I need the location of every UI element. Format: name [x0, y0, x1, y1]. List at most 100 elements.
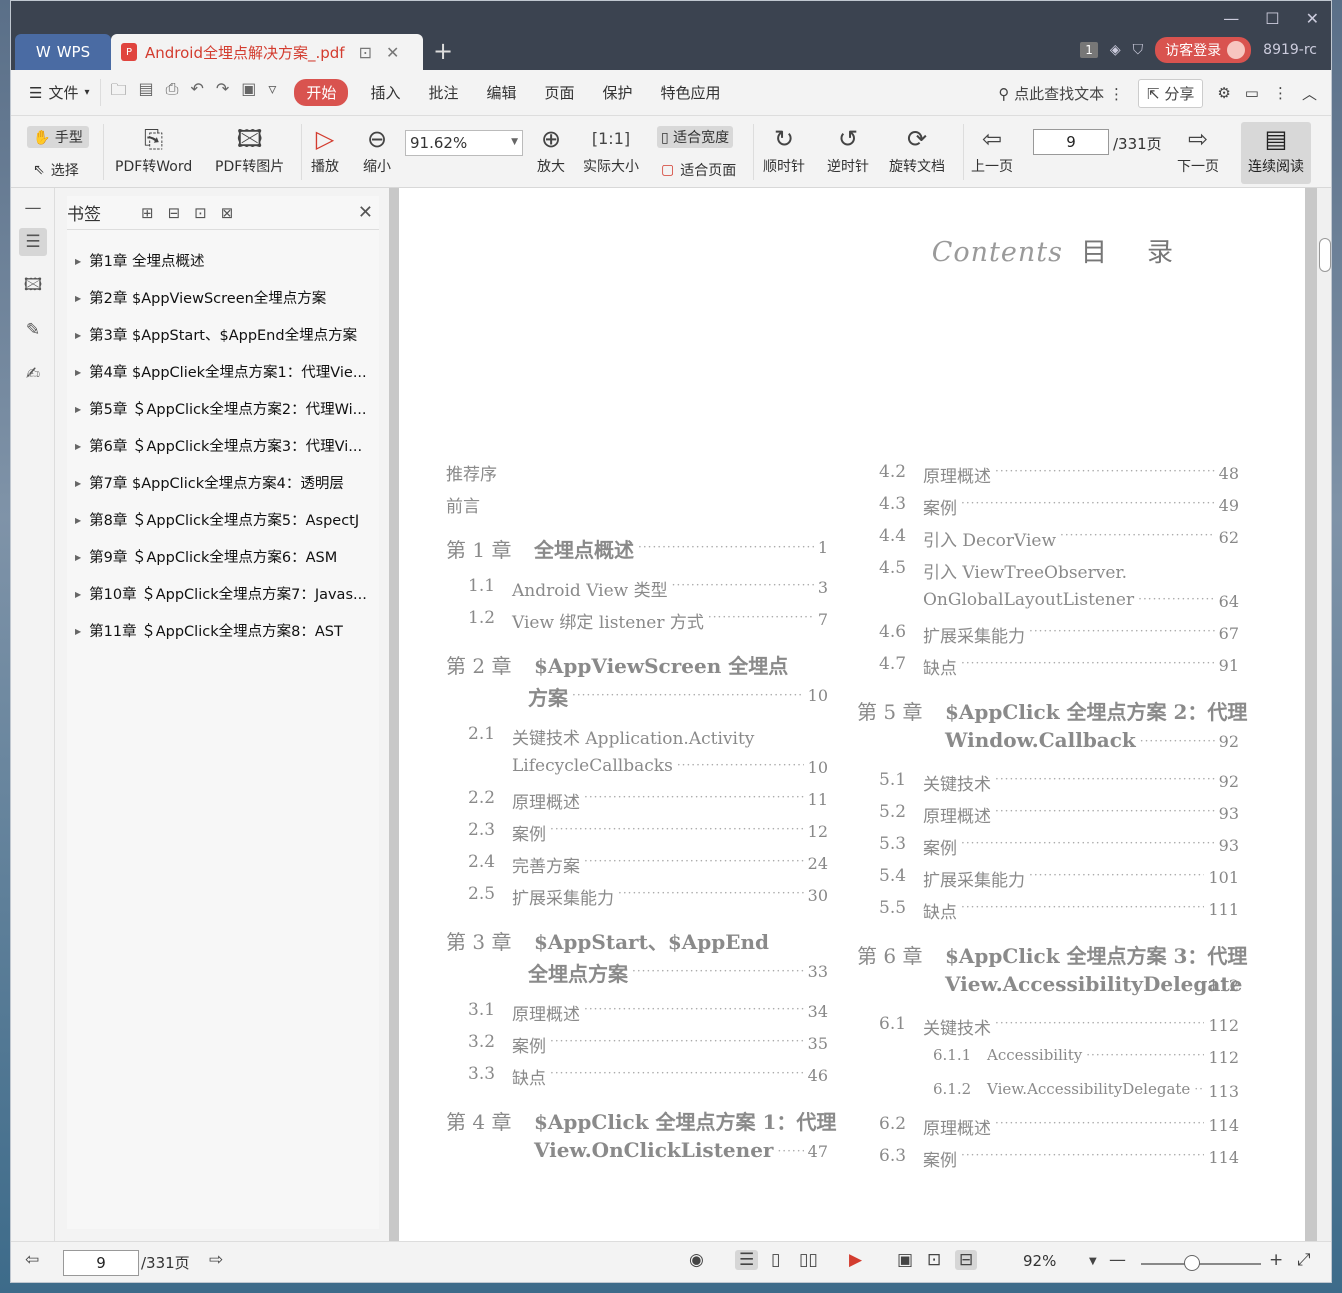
play-slideshow-icon[interactable]: ▶	[849, 1250, 862, 1270]
fit-page-status-icon[interactable]: ⊡	[927, 1250, 941, 1270]
redo-icon[interactable]: ↷	[216, 79, 229, 106]
bookmark-panel-icon[interactable]: ☰	[19, 228, 47, 256]
bookmark-item[interactable]: ▶ 第3章 $AppStart、$AppEnd全埋点方案	[75, 324, 375, 345]
expand-triangle-icon[interactable]: ▶	[75, 590, 81, 599]
expand-triangle-icon[interactable]: ▶	[75, 294, 81, 303]
undo-icon[interactable]: ↶	[190, 79, 203, 106]
status-zoom-in-icon[interactable]: +	[1269, 1250, 1283, 1270]
continuous-view-icon[interactable]: ☰	[735, 1250, 759, 1270]
pin-icon[interactable]: ⊡	[359, 43, 372, 62]
close-tab-icon[interactable]: ✕	[386, 43, 399, 62]
print-icon[interactable]: ⎙	[166, 79, 179, 106]
expand-triangle-icon[interactable]: ▶	[75, 257, 81, 266]
menu-page[interactable]: 页面	[530, 82, 588, 103]
expand-triangle-icon[interactable]: ▶	[75, 553, 81, 562]
minimize-icon[interactable]: —	[1223, 9, 1239, 28]
bookmark-item[interactable]: ▶ 第10章 ＄AppClick全埋点方案7：Javas...	[75, 583, 375, 604]
status-zoom-out-icon[interactable]: —	[1109, 1250, 1126, 1270]
share-button[interactable]: ⇱ 分享	[1137, 78, 1204, 108]
zoom-select[interactable]: 91.62% ▼	[405, 130, 523, 156]
wps-home-tab[interactable]: W WPS	[15, 34, 111, 70]
menu-start[interactable]: 开始	[294, 79, 349, 106]
rotate-document-button[interactable]: ⟳ 旋转文档	[889, 122, 945, 176]
save-icon[interactable]: ▤	[139, 79, 154, 106]
search-text-button[interactable]: ⚲ 点此查找文本 ⋮	[998, 83, 1124, 104]
window-count-badge[interactable]: 1	[1080, 42, 1098, 58]
bookmark-settings-icon[interactable]: ⊠	[221, 204, 234, 222]
expand-all-icon[interactable]: ⊟	[168, 204, 181, 222]
page-number-input[interactable]: 9	[1033, 129, 1109, 155]
expand-triangle-icon[interactable]: ▶	[75, 479, 81, 488]
skin-icon[interactable]: ◈	[1110, 42, 1121, 58]
bookmark-item[interactable]: ▶ 第7章 $AppClick全埋点方案4：透明层	[75, 472, 375, 493]
expand-triangle-icon[interactable]: ▶	[75, 405, 81, 414]
rotate-clockwise-button[interactable]: ↻ 顺时针	[763, 122, 805, 176]
expand-triangle-icon[interactable]: ▶	[75, 627, 81, 636]
actual-size-button[interactable]: [1:1] 实际大小	[583, 122, 639, 176]
eye-protection-icon[interactable]: ◉	[689, 1250, 704, 1270]
add-bookmark-icon[interactable]: ⊞	[141, 204, 154, 222]
status-next-page-icon[interactable]: ⇨	[209, 1250, 223, 1270]
zoom-slider-knob[interactable]	[1184, 1255, 1200, 1271]
zoom-dropdown-icon[interactable]: ▼	[1089, 1256, 1097, 1267]
continuous-reading-button[interactable]: ▤ 连续阅读	[1241, 122, 1311, 184]
bookmark-item[interactable]: ▶ 第6章 ＄AppClick全埋点方案3：代理Vi...	[75, 435, 375, 456]
fit-width-status-icon[interactable]: ⊟	[955, 1250, 978, 1270]
bookmark-item[interactable]: ▶ 第4章 $AppCliek全埋点方案1：代理Vie...	[75, 361, 375, 382]
bookmark-item[interactable]: ▶ 第8章 ＄AppClick全埋点方案5：AspectJ	[75, 509, 375, 530]
comment-icon[interactable]: ▭	[1245, 84, 1259, 102]
prev-page-button[interactable]: ⇦ 上一页	[971, 122, 1013, 176]
file-menu[interactable]: ☰ 文件 ▾	[11, 82, 100, 103]
actual-size-status-icon[interactable]: ▣	[897, 1250, 913, 1270]
bookmark-item[interactable]: ▶ 第9章 ＄AppClick全埋点方案6：ASM	[75, 546, 375, 567]
fit-width-button[interactable]: ▯ 适合宽度	[657, 126, 734, 148]
vertical-scrollbar[interactable]	[1317, 188, 1331, 1241]
zoom-in-button[interactable]: ⊕ 放大	[537, 122, 565, 176]
expand-triangle-icon[interactable]: ▶	[75, 516, 81, 525]
document-tab[interactable]: P Android全埋点解决方案_.pdf ⊡ ✕	[111, 34, 423, 70]
new-tab-button[interactable]: +	[433, 37, 453, 65]
more-icon[interactable]: ⋮	[1273, 84, 1288, 102]
signature-icon[interactable]: ✍	[19, 360, 47, 388]
pdf-to-word-button[interactable]: ⎘ PDF转Word	[115, 122, 192, 176]
gear-icon[interactable]: ⚙	[1217, 84, 1230, 102]
export-image-icon[interactable]: ▣	[241, 79, 256, 106]
annotation-icon[interactable]: ✎	[19, 316, 47, 344]
expand-triangle-icon[interactable]: ▶	[75, 368, 81, 377]
bookmark-item[interactable]: ▶ 第5章 ＄AppClick全埋点方案2：代理Wi...	[75, 398, 375, 419]
play-button[interactable]: ▷ 播放	[311, 122, 339, 176]
hand-tool-button[interactable]: ✋ 手型	[27, 126, 89, 148]
fit-page-button[interactable]: ▢ 适合页面	[661, 160, 736, 180]
guest-login-button[interactable]: 访客登录	[1155, 37, 1252, 63]
expand-triangle-icon[interactable]: ▶	[75, 442, 81, 451]
zoom-out-button[interactable]: ⊖ 缩小	[363, 122, 391, 176]
add-child-bookmark-icon[interactable]: ⊡	[194, 204, 207, 222]
maximize-icon[interactable]: ☐	[1265, 9, 1279, 28]
document-viewport[interactable]: Contents 目录 推荐序 前言第 1 章全埋点概述 1 1.1 Android V…	[389, 188, 1317, 1241]
menu-protect[interactable]: 保护	[589, 82, 647, 103]
open-folder-icon[interactable]: 🗀	[111, 79, 127, 106]
two-page-view-icon[interactable]: ▯▯	[799, 1250, 818, 1270]
status-zoom-value[interactable]: 92%	[1023, 1252, 1056, 1270]
menu-insert[interactable]: 插入	[356, 82, 414, 103]
rotate-counterclockwise-button[interactable]: ↺ 逆时针	[827, 122, 869, 176]
menu-special[interactable]: 特色应用	[647, 82, 735, 103]
next-page-button[interactable]: ⇨ 下一页	[1177, 122, 1219, 176]
bookmark-item[interactable]: ▶ 第11章 ＄AppClick全埋点方案8：AST	[75, 620, 375, 641]
expand-triangle-icon[interactable]: ▶	[75, 331, 81, 340]
collapse-ribbon-icon[interactable]: ︿	[1302, 83, 1317, 104]
more-quick-icon[interactable]: ▿	[268, 79, 276, 106]
thumbnail-icon[interactable]: 🖾	[19, 272, 47, 300]
single-page-view-icon[interactable]: ▯	[771, 1250, 780, 1270]
scrollbar-thumb[interactable]	[1319, 238, 1331, 272]
shirt-icon[interactable]: ⛉	[1133, 42, 1144, 58]
pdf-to-image-button[interactable]: 🖾 PDF转图片	[215, 122, 284, 176]
close-panel-icon[interactable]: ✕	[358, 202, 373, 223]
zoom-slider-track[interactable]	[1141, 1263, 1261, 1265]
status-prev-page-icon[interactable]: ⇦	[25, 1250, 39, 1270]
select-tool-button[interactable]: ⇖ 选择	[33, 160, 79, 180]
status-page-input[interactable]: 9	[63, 1250, 139, 1276]
menu-annotate[interactable]: 批注	[414, 82, 472, 103]
menu-edit[interactable]: 编辑	[472, 82, 530, 103]
close-window-icon[interactable]: ✕	[1306, 9, 1319, 28]
